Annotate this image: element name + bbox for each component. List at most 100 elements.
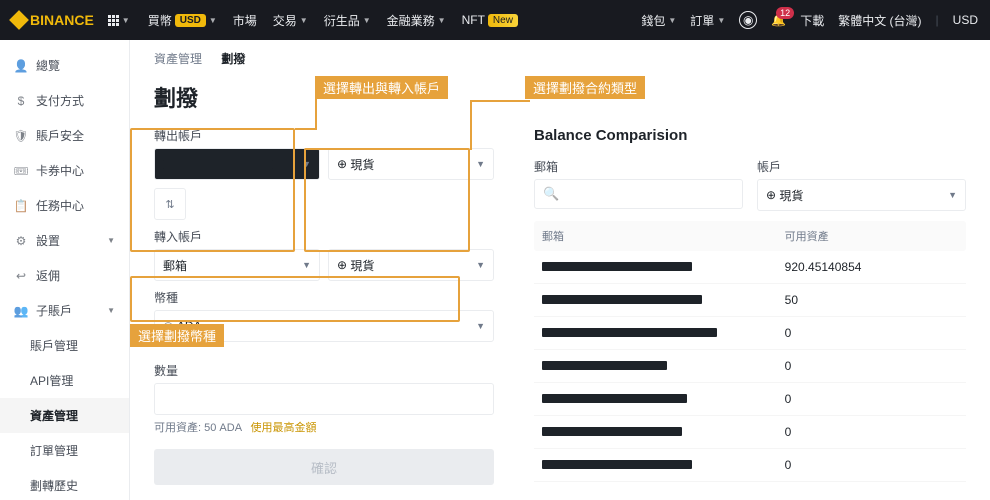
filter-account-label: 帳戶 <box>757 158 966 175</box>
avatar-icon[interactable]: ◉ <box>739 11 757 29</box>
redacted-email <box>542 460 692 469</box>
use-max-link[interactable]: 使用最高金額 <box>251 422 317 434</box>
clipboard-icon: 📋 <box>14 199 28 213</box>
sidebar-item-coupon[interactable]: 🎟卡券中心 <box>0 153 129 188</box>
sidebar: 👤總覽 $支付方式 🛡賬戶安全 🎟卡券中心 📋任務中心 ⚙設置▼ ↩返佣 👥子賬… <box>0 40 130 500</box>
sidebar-sub-account-mgmt[interactable]: 賬戶管理 <box>0 328 129 363</box>
sidebar-item-task[interactable]: 📋任務中心 <box>0 188 129 223</box>
th-email: 郵箱 <box>542 228 785 244</box>
asset-value: 0 <box>785 326 958 340</box>
ticket-icon: 🎟 <box>14 164 28 178</box>
breadcrumb-current: 劃撥 <box>221 52 245 66</box>
content: 資產管理 劃撥 劃撥 轉出帳戶 ▼ ⊕ 現貨▼ ⇅ 轉入帳戶 郵箱▼ ⊕ 現貨▼… <box>130 40 990 500</box>
from-account-select[interactable]: ▼ <box>154 148 320 180</box>
coin-label: 幣種 <box>154 289 494 306</box>
dollar-icon: $ <box>14 94 28 108</box>
email-search[interactable]: 🔍 <box>534 179 743 209</box>
page-title: 劃撥 <box>154 81 966 113</box>
nav-market[interactable]: 市場 <box>233 12 257 29</box>
return-icon: ↩ <box>14 269 28 283</box>
asset-value: 920.45140854 <box>785 260 958 274</box>
sidebar-item-security[interactable]: 🛡賬戶安全 <box>0 118 129 153</box>
sidebar-sub-order-mgmt[interactable]: 訂單管理 <box>0 433 129 468</box>
sidebar-sub-asset-mgmt[interactable]: 資產管理 <box>0 398 129 433</box>
nav-currency[interactable]: USD <box>953 13 978 27</box>
balance-title: Balance Comparision <box>534 127 966 144</box>
to-spot-select[interactable]: ⊕ 現貨▼ <box>328 249 494 281</box>
table-row: 0 <box>534 383 966 416</box>
sidebar-item-settings[interactable]: ⚙設置▼ <box>0 223 129 258</box>
account-filter-select[interactable]: ⊕ 現貨▼ <box>757 179 966 211</box>
search-icon: 🔍 <box>543 186 559 202</box>
coin-select[interactable]: ◉ ADA▼ <box>154 310 494 342</box>
user-icon: 👤 <box>14 59 28 73</box>
new-pill: New <box>488 14 518 27</box>
nav-buy[interactable]: 買幣USD▼ <box>148 12 217 29</box>
spot-icon: ⊕ <box>337 258 347 272</box>
table-row: 0 <box>534 449 966 482</box>
nav-finance[interactable]: 金融業務▼ <box>387 12 446 29</box>
nav-left: 買幣USD▼ 市場 交易▼ 衍生品▼ 金融業務▼ NFTNew <box>148 12 518 29</box>
table-row: 920.45140854 <box>534 251 966 284</box>
nav-wallet[interactable]: 錢包▼ <box>641 12 676 29</box>
to-account-select[interactable]: 郵箱▼ <box>154 249 320 281</box>
from-label: 轉出帳戶 <box>154 127 494 144</box>
notif-badge: 12 <box>776 7 794 19</box>
spot-icon: ⊕ <box>766 188 776 202</box>
asset-value: 0 <box>785 359 958 373</box>
confirm-button[interactable]: 確認 <box>154 449 494 485</box>
sidebar-item-subaccount[interactable]: 👥子賬戶▼ <box>0 293 129 328</box>
redacted-email <box>542 295 702 304</box>
spot-icon: ⊕ <box>337 157 347 171</box>
from-spot-select[interactable]: ⊕ 現貨▼ <box>328 148 494 180</box>
nav-nft[interactable]: NFTNew <box>462 13 518 27</box>
sidebar-sub-api-mgmt[interactable]: API管理 <box>0 363 129 398</box>
swap-button[interactable]: ⇅ <box>154 188 186 220</box>
available-text: 可用資產: 50 ADA 使用最高金額 <box>154 419 494 435</box>
amount-input[interactable] <box>154 383 494 415</box>
nav-lang[interactable]: 繁體中文 (台灣) <box>838 12 921 29</box>
asset-value: 0 <box>785 425 958 439</box>
chevron-down-icon: ▼ <box>122 16 130 25</box>
balance-panel: Balance Comparision 郵箱 🔍 帳戶 ⊕ 現貨▼ 郵箱 可用資… <box>534 127 966 485</box>
table-row: 0 <box>534 350 966 383</box>
redacted-email <box>542 427 682 436</box>
filter-email-label: 郵箱 <box>534 158 743 175</box>
sidebar-item-referral[interactable]: ↩返佣 <box>0 258 129 293</box>
usd-pill: USD <box>175 14 206 27</box>
breadcrumb-parent[interactable]: 資產管理 <box>154 52 202 66</box>
sidebar-sub-transfer-history[interactable]: 劃轉歷史 <box>0 468 129 500</box>
nav-trade[interactable]: 交易▼ <box>273 12 308 29</box>
email-search-input[interactable] <box>559 187 734 201</box>
brand-logo[interactable]: BINANCE <box>12 12 94 28</box>
nav-right: 錢包▼ 訂單▼ ◉ 🔔 12 下載 繁體中文 (台灣) | USD <box>641 11 978 29</box>
notifications[interactable]: 🔔 12 <box>771 13 786 27</box>
table-row: 50 <box>534 284 966 317</box>
nav-download[interactable]: 下載 <box>800 12 824 29</box>
brand-text: BINANCE <box>30 12 94 28</box>
to-label: 轉入帳戶 <box>154 228 494 245</box>
sidebar-item-payment[interactable]: $支付方式 <box>0 83 129 118</box>
redacted-email <box>542 394 687 403</box>
nav-deriv[interactable]: 衍生品▼ <box>324 12 371 29</box>
nav-orders[interactable]: 訂單▼ <box>690 12 725 29</box>
th-asset: 可用資產 <box>785 228 958 244</box>
sidebar-item-overview[interactable]: 👤總覽 <box>0 48 129 83</box>
asset-value: 0 <box>785 392 958 406</box>
grid-icon <box>108 15 119 26</box>
table-row: 0 <box>534 317 966 350</box>
topbar: BINANCE ▼ 買幣USD▼ 市場 交易▼ 衍生品▼ 金融業務▼ NFTNe… <box>0 0 990 40</box>
amount-label: 數量 <box>154 362 494 379</box>
breadcrumb: 資產管理 劃撥 <box>154 50 966 67</box>
redacted-email <box>542 361 667 370</box>
users-icon: 👥 <box>14 304 28 318</box>
redacted-email <box>542 262 692 271</box>
asset-value: 0 <box>785 458 958 472</box>
asset-value: 50 <box>785 293 958 307</box>
binance-icon <box>9 10 29 30</box>
gear-icon: ⚙ <box>14 234 28 248</box>
table-row: 0 <box>534 416 966 449</box>
table-body: 920.45140854 50 0 0 0 0 0 <box>534 251 966 482</box>
apps-menu[interactable]: ▼ <box>108 15 130 26</box>
table-head: 郵箱 可用資產 <box>534 221 966 251</box>
